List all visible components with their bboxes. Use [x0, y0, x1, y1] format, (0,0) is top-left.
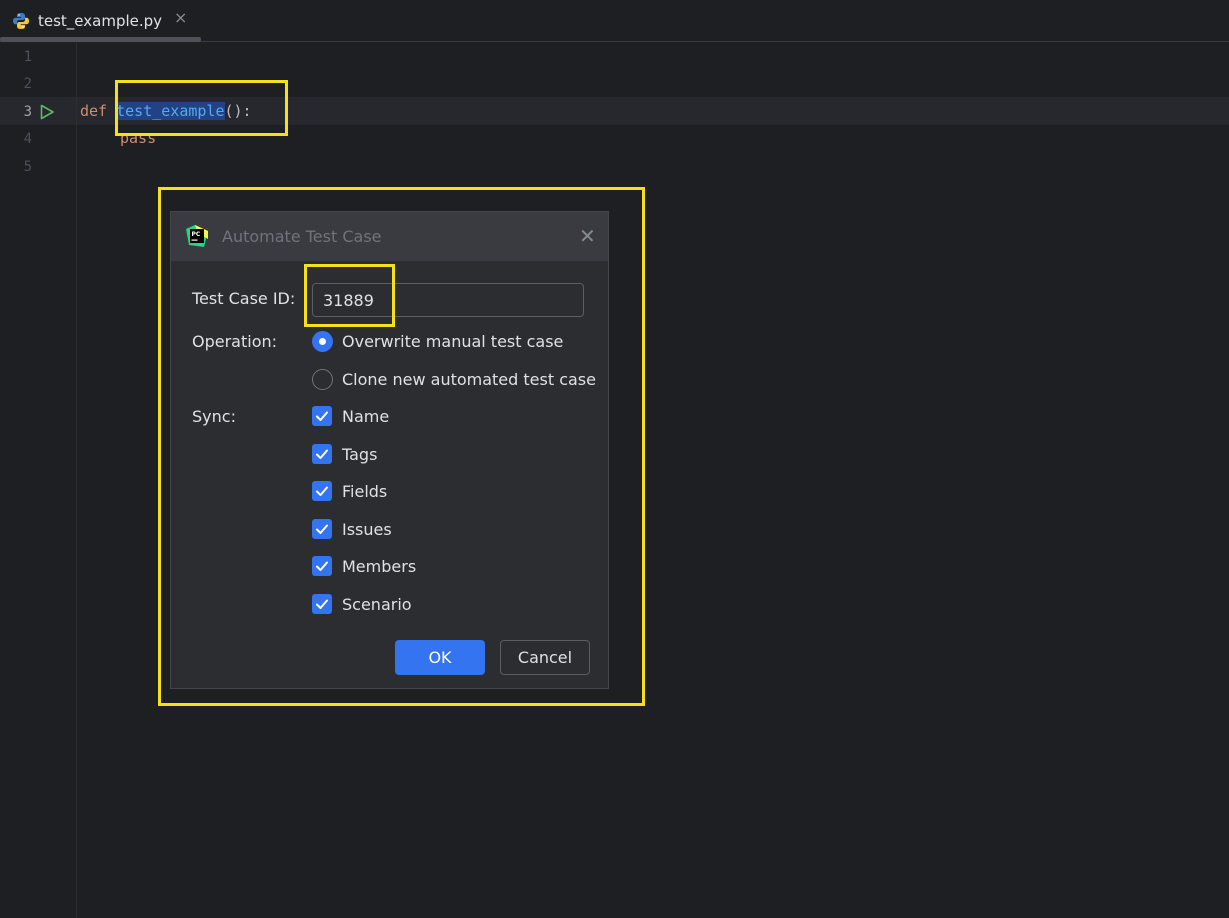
dialog-title: Automate Test Case: [222, 227, 382, 246]
line-number: 5: [23, 159, 32, 175]
sync-members-label[interactable]: Members: [342, 557, 416, 576]
operation-label: Operation:: [192, 332, 278, 351]
sync-issues-checkbox[interactable]: [312, 519, 332, 539]
line-number: 4: [23, 131, 32, 147]
run-test-icon[interactable]: [39, 104, 55, 120]
sync-tags-label[interactable]: Tags: [342, 445, 377, 464]
file-tab[interactable]: test_example.py: [0, 0, 201, 42]
clone-radio[interactable]: [312, 369, 333, 390]
overwrite-option-label[interactable]: Overwrite manual test case: [342, 332, 563, 351]
sync-name-label[interactable]: Name: [342, 407, 389, 426]
line-number: 2: [23, 76, 32, 92]
dialog-close-icon[interactable]: ✕: [579, 224, 596, 248]
overwrite-radio[interactable]: [312, 331, 333, 352]
file-tab-label: test_example.py: [38, 12, 163, 30]
sync-name-checkbox[interactable]: [312, 406, 332, 426]
sync-members-checkbox[interactable]: [312, 556, 332, 576]
sync-tags-checkbox[interactable]: [312, 444, 332, 464]
sync-scenario-label[interactable]: Scenario: [342, 595, 412, 614]
line-number: 3: [23, 104, 32, 120]
dialog-title-bar[interactable]: PC Automate Test Case ✕: [171, 212, 608, 261]
function-highlight-box: [115, 80, 288, 136]
svg-text:PC: PC: [192, 231, 201, 238]
sync-label: Sync:: [192, 407, 236, 426]
sync-fields-label[interactable]: Fields: [342, 482, 387, 501]
ok-button[interactable]: OK: [395, 640, 485, 675]
cancel-button[interactable]: Cancel: [500, 640, 590, 675]
sync-fields-checkbox[interactable]: [312, 481, 332, 501]
test-case-id-highlight-box: [304, 264, 395, 327]
editor-tab-bar: test_example.py ×: [0, 0, 1229, 42]
line-number: 1: [23, 49, 32, 65]
clone-option-label[interactable]: Clone new automated test case: [342, 370, 596, 389]
keyword-def: def: [80, 102, 108, 120]
pycharm-logo-icon: PC: [186, 225, 208, 247]
close-tab-icon[interactable]: ×: [174, 8, 187, 27]
sync-issues-label[interactable]: Issues: [342, 520, 392, 539]
python-file-icon: [12, 12, 30, 30]
sync-scenario-checkbox[interactable]: [312, 594, 332, 614]
test-case-id-label: Test Case ID:: [192, 289, 296, 308]
gutter-divider: [76, 43, 77, 918]
active-tab-indicator: [0, 37, 201, 42]
